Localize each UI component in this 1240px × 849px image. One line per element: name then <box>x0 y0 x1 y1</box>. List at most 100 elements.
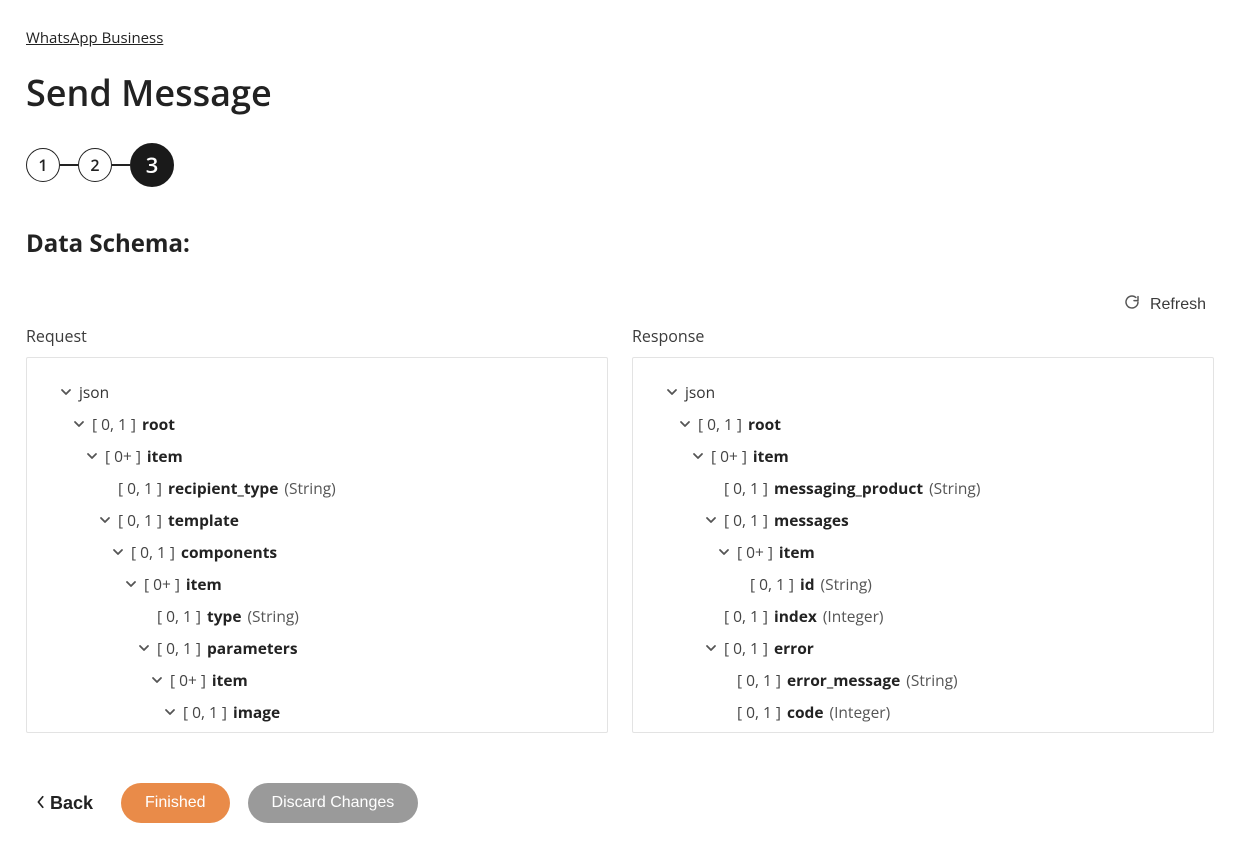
cardinality-label: [ 0, 1 ] <box>750 573 794 595</box>
refresh-button[interactable]: Refresh <box>1116 290 1214 319</box>
request-tree-row: [ 0, 1 ] parameters <box>43 632 591 664</box>
field-name: error_message <box>787 669 900 691</box>
field-name: messages <box>774 509 849 531</box>
response-panel: json[ 0, 1 ] root[ 0+ ] item[ 0, 1 ] mes… <box>632 357 1214 733</box>
request-tree-row: json <box>43 376 591 408</box>
chevron-down-icon[interactable] <box>111 546 125 558</box>
step-1[interactable]: 1 <box>26 148 60 182</box>
chevron-left-icon <box>36 793 46 814</box>
chevron-down-icon[interactable] <box>717 546 731 558</box>
cardinality-label: [ 0, 1 ] <box>698 413 742 435</box>
cardinality-label: [ 0+ ] <box>170 669 206 691</box>
request-label: Request <box>26 325 608 347</box>
response-tree-row: [ 0, 1 ] id (String) <box>649 568 1197 600</box>
chevron-down-icon[interactable] <box>678 418 692 430</box>
chevron-down-icon[interactable] <box>665 386 679 398</box>
field-name: root <box>142 413 175 435</box>
page-title: Send Message <box>26 68 1214 117</box>
field-type: (String) <box>906 669 957 691</box>
back-label: Back <box>50 793 93 814</box>
breadcrumb-link[interactable]: WhatsApp Business <box>26 28 163 48</box>
response-tree-row: [ 0+ ] item <box>649 536 1197 568</box>
request-tree-row: [ 0, 1 ] type (String) <box>43 600 591 632</box>
cardinality-label: [ 0, 1 ] <box>183 701 227 723</box>
cardinality-label: [ 0, 1 ] <box>157 605 201 627</box>
field-name: components <box>181 541 277 563</box>
step-connector <box>60 164 78 166</box>
request-tree-row: [ 0+ ] item <box>43 664 591 696</box>
field-name: image <box>233 701 280 723</box>
chevron-down-icon[interactable] <box>72 418 86 430</box>
response-label: Response <box>632 325 1214 347</box>
field-type: (String) <box>821 573 872 595</box>
response-tree-row: json <box>649 376 1197 408</box>
cardinality-label: [ 0, 1 ] <box>131 541 175 563</box>
field-name: error <box>774 637 814 659</box>
refresh-icon <box>1124 294 1140 315</box>
chevron-down-icon[interactable] <box>163 706 177 718</box>
chevron-down-icon[interactable] <box>150 674 164 686</box>
field-type: (Integer) <box>823 605 884 627</box>
field-name: code <box>787 701 824 723</box>
field-name: template <box>168 509 239 531</box>
field-name: item <box>186 573 222 595</box>
field-name: recipient_type <box>168 477 278 499</box>
step-3[interactable]: 3 <box>130 143 174 187</box>
chevron-down-icon[interactable] <box>691 450 705 462</box>
field-name: id <box>800 573 815 595</box>
field-name: messaging_product <box>774 477 923 499</box>
field-name: item <box>212 669 248 691</box>
finished-button[interactable]: Finished <box>121 783 229 823</box>
section-heading: Data Schema: <box>26 227 1214 260</box>
cardinality-label: [ 0+ ] <box>105 445 141 467</box>
stepper: 123 <box>26 143 1214 187</box>
cardinality-label: [ 0+ ] <box>737 541 773 563</box>
field-name: parameters <box>207 637 298 659</box>
field-name: item <box>779 541 815 563</box>
cardinality-label: [ 0, 1 ] <box>737 669 781 691</box>
cardinality-label: [ 0, 1 ] <box>737 701 781 723</box>
field-name: json <box>685 381 715 403</box>
response-tree-row: [ 0, 1 ] root <box>649 408 1197 440</box>
field-name: item <box>753 445 789 467</box>
cardinality-label: [ 0, 1 ] <box>92 413 136 435</box>
chevron-down-icon[interactable] <box>59 386 73 398</box>
response-tree-row: [ 0, 1 ] code (Integer) <box>649 696 1197 728</box>
chevron-down-icon[interactable] <box>124 578 138 590</box>
step-2[interactable]: 2 <box>78 148 112 182</box>
discard-button[interactable]: Discard Changes <box>248 783 419 823</box>
cardinality-label: [ 0, 1 ] <box>724 637 768 659</box>
back-button[interactable]: Back <box>26 787 103 820</box>
field-type: (Integer) <box>830 701 891 723</box>
response-tree-row: [ 0, 1 ] index (Integer) <box>649 600 1197 632</box>
field-name: json <box>79 381 109 403</box>
response-tree-row: [ 0, 1 ] error_message (String) <box>649 664 1197 696</box>
cardinality-label: [ 0, 1 ] <box>157 637 201 659</box>
field-type: (String) <box>247 605 298 627</box>
field-name: type <box>207 605 242 627</box>
cardinality-label: [ 0, 1 ] <box>724 477 768 499</box>
refresh-label: Refresh <box>1150 296 1206 314</box>
chevron-down-icon[interactable] <box>98 514 112 526</box>
cardinality-label: [ 0, 1 ] <box>118 477 162 499</box>
field-type: (String) <box>284 477 335 499</box>
cardinality-label: [ 0+ ] <box>711 445 747 467</box>
field-name: index <box>774 605 817 627</box>
chevron-down-icon[interactable] <box>704 514 718 526</box>
request-tree-row: [ 0, 1 ] components <box>43 536 591 568</box>
step-connector <box>112 164 130 166</box>
response-tree-row: [ 0, 1 ] messaging_product (String) <box>649 472 1197 504</box>
response-tree-row: [ 0, 1 ] error <box>649 632 1197 664</box>
chevron-down-icon[interactable] <box>85 450 99 462</box>
field-name: item <box>147 445 183 467</box>
request-tree-row: [ 0+ ] item <box>43 440 591 472</box>
chevron-down-icon[interactable] <box>137 642 151 654</box>
request-tree-row: [ 0, 1 ] recipient_type (String) <box>43 472 591 504</box>
response-tree-row: [ 0+ ] item <box>649 440 1197 472</box>
response-tree-row: [ 0, 1 ] messages <box>649 504 1197 536</box>
chevron-down-icon[interactable] <box>704 642 718 654</box>
request-tree-row: [ 0, 1 ] template <box>43 504 591 536</box>
cardinality-label: [ 0, 1 ] <box>118 509 162 531</box>
request-tree-row: [ 0+ ] item <box>43 568 591 600</box>
cardinality-label: [ 0+ ] <box>144 573 180 595</box>
